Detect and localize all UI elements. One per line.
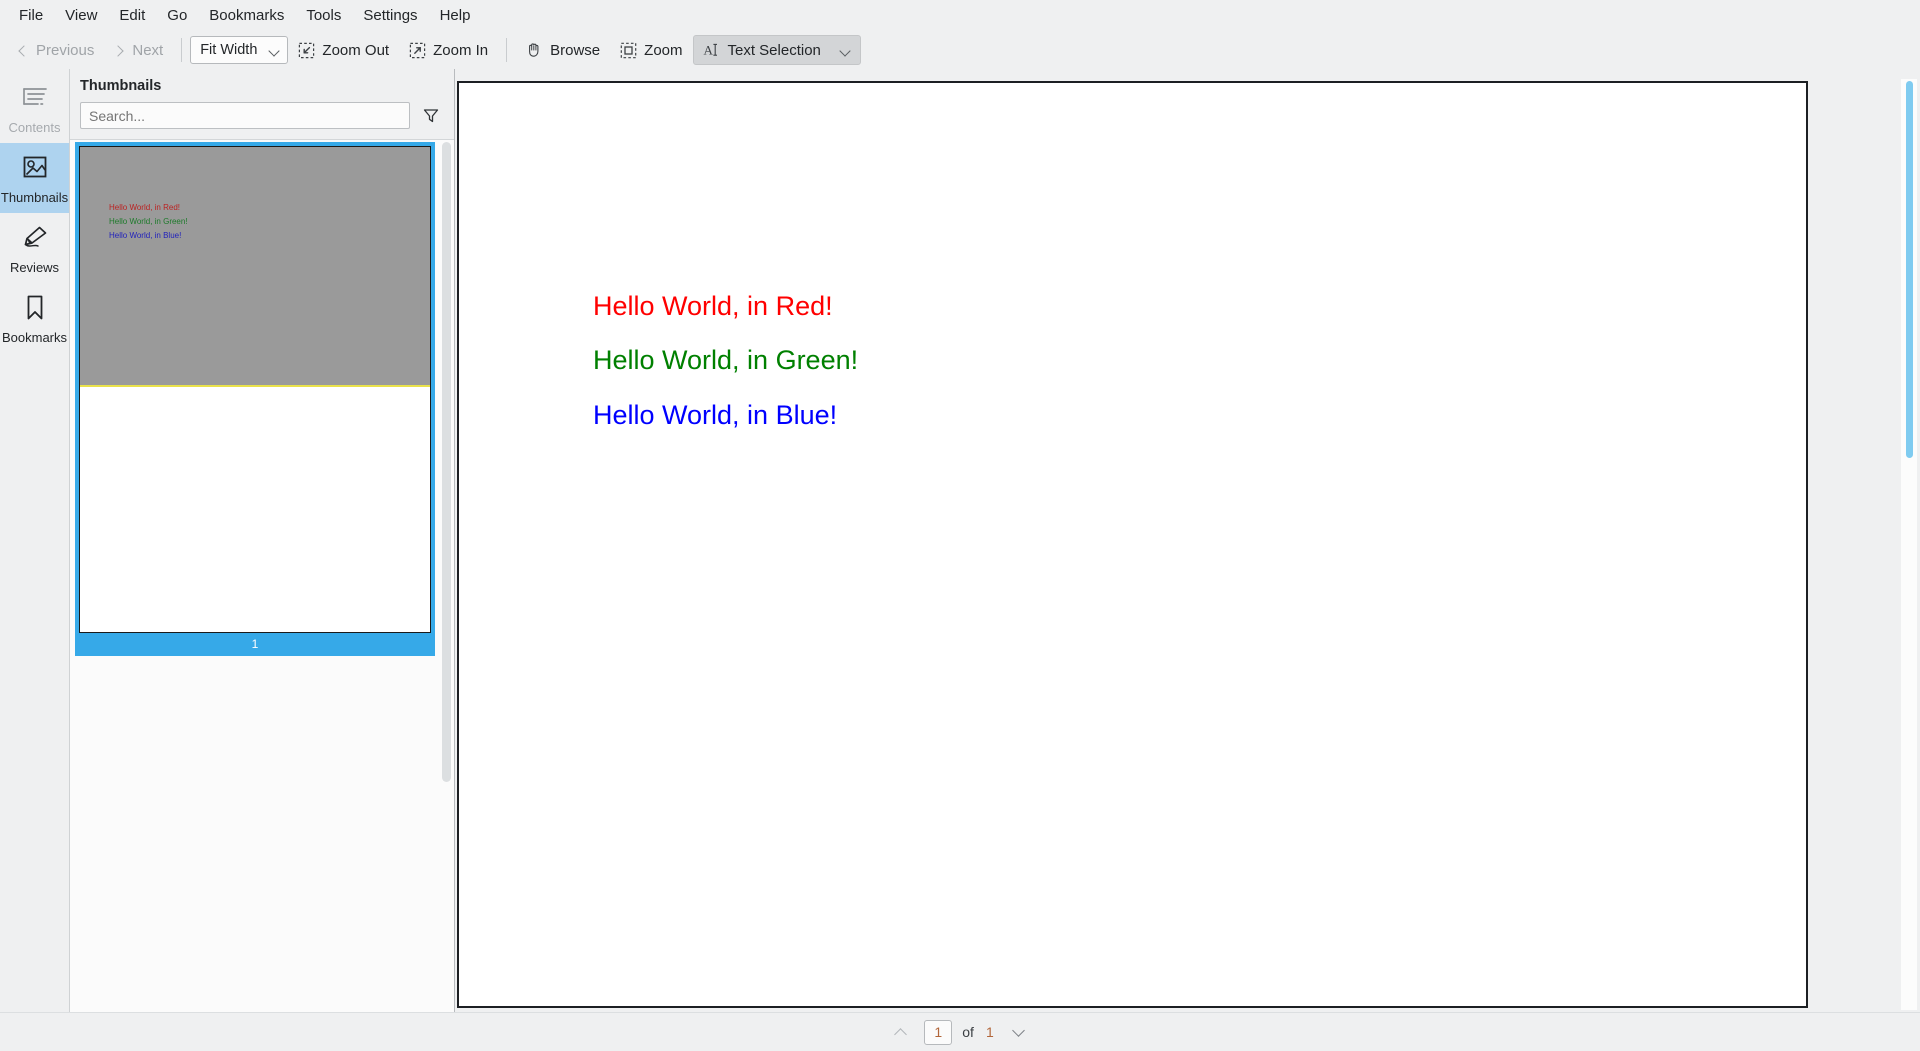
- menu-view[interactable]: View: [54, 2, 108, 29]
- sidebar-item-reviews[interactable]: Reviews: [0, 213, 69, 283]
- zoom-mode-value: Fit Width: [200, 42, 258, 58]
- sidebar-item-thumbnails[interactable]: Thumbnails: [0, 143, 69, 213]
- menu-settings[interactable]: Settings: [352, 2, 428, 29]
- thumbnails-scrollbar[interactable]: [441, 142, 452, 1010]
- text-selection-tool-label: Text Selection: [727, 41, 821, 59]
- document-line-red[interactable]: Hello World, in Red!: [593, 291, 833, 322]
- document-page[interactable]: Hello World, in Red! Hello World, in Gre…: [457, 81, 1808, 1008]
- document-line-green[interactable]: Hello World, in Green!: [593, 345, 858, 376]
- zoom-in-button[interactable]: Zoom In: [399, 35, 498, 65]
- zoom-mode-select[interactable]: Fit Width: [190, 36, 289, 64]
- thumbnails-panel-title: Thumbnails: [80, 78, 162, 94]
- chevron-left-icon: [18, 45, 29, 56]
- zoom-out-icon: [298, 42, 315, 59]
- thumbnails-panel: Thumbnails Hello World, in Red! Hello Wo: [70, 69, 455, 1012]
- search-input[interactable]: [80, 102, 410, 129]
- next-page-arrow-button[interactable]: [1006, 1019, 1032, 1045]
- menu-help[interactable]: Help: [429, 2, 482, 29]
- menu-file[interactable]: File: [8, 2, 54, 29]
- main-body: Contents Thumbnails Reviews Bookmarks Th…: [0, 69, 1920, 1012]
- menu-bookmarks[interactable]: Bookmarks: [198, 2, 295, 29]
- sidebar-item-bookmarks[interactable]: Bookmarks: [0, 283, 69, 353]
- hand-icon: [525, 41, 543, 59]
- document-view: Hello World, in Red! Hello World, in Gre…: [455, 69, 1920, 1012]
- page-number-input[interactable]: [924, 1019, 953, 1045]
- thumbnail-line-blue: Hello World, in Blue!: [109, 231, 182, 240]
- zoom-out-button[interactable]: Zoom Out: [288, 35, 399, 65]
- sidebar-item-contents-label: Contents: [8, 120, 61, 135]
- thumbnail-line-red: Hello World, in Red!: [109, 203, 180, 212]
- zoom-in-label: Zoom In: [433, 41, 489, 59]
- thumbnail-line-green: Hello World, in Green!: [109, 217, 188, 226]
- text-cursor-icon: A: [703, 41, 721, 59]
- zoom-in-icon: [409, 42, 426, 59]
- text-selection-tool-button[interactable]: A Text Selection: [692, 35, 861, 65]
- chevron-down-icon[interactable]: [840, 45, 851, 56]
- sidebar-item-bookmarks-label: Bookmarks: [1, 330, 68, 345]
- thumbnail-item[interactable]: Hello World, in Red! Hello World, in Gre…: [75, 142, 435, 656]
- thumbnail-page-preview: Hello World, in Red! Hello World, in Gre…: [79, 146, 431, 633]
- next-page-button[interactable]: Next: [104, 35, 173, 65]
- total-pages-label: 1: [985, 1024, 994, 1040]
- document-scrollbar-thumb[interactable]: [1906, 81, 1913, 458]
- svg-text:A: A: [703, 43, 713, 58]
- toolbar-separator-2: [506, 38, 508, 62]
- sidebar-item-contents[interactable]: Contents: [0, 73, 69, 143]
- menu-edit[interactable]: Edit: [108, 2, 156, 29]
- sidebar-item-thumbnails-label: Thumbnails: [0, 190, 69, 205]
- previous-page-arrow-button[interactable]: [888, 1019, 914, 1045]
- thumbnails-list[interactable]: Hello World, in Red! Hello World, in Gre…: [70, 139, 454, 1012]
- zoom-out-label: Zoom Out: [322, 41, 390, 59]
- previous-page-button[interactable]: Previous: [8, 35, 104, 65]
- main-toolbar: Previous Next Fit Width Zoom Out Zoom In…: [0, 31, 1920, 69]
- page-of-label: of: [962, 1024, 974, 1040]
- zoom-tool-label: Zoom: [644, 41, 683, 59]
- bookmarks-icon: [18, 293, 52, 323]
- thumbnail-page-number: 1: [79, 633, 431, 656]
- reviews-icon: [18, 223, 52, 253]
- toolbar-separator-1: [181, 38, 183, 62]
- status-bar: of 1: [0, 1012, 1920, 1051]
- contents-icon: [18, 83, 52, 113]
- thumbnails-scrollbar-thumb[interactable]: [442, 142, 451, 782]
- menu-tools[interactable]: Tools: [295, 2, 352, 29]
- zoom-selection-icon: [620, 42, 637, 59]
- menu-bar: File View Edit Go Bookmarks Tools Settin…: [0, 0, 1920, 31]
- thumbnail-gray-overlay: [80, 147, 430, 387]
- chevron-right-icon: [114, 45, 125, 56]
- sidebar-item-reviews-label: Reviews: [9, 260, 60, 275]
- thumbnails-search-row: [70, 102, 454, 139]
- thumbnail-text-lines: Hello World, in Red! Hello World, in Gre…: [109, 201, 188, 243]
- document-scrollbar[interactable]: [1901, 79, 1917, 1010]
- document-canvas[interactable]: Hello World, in Red! Hello World, in Gre…: [455, 69, 1920, 1012]
- pdf-viewer-window: File View Edit Go Bookmarks Tools Settin…: [0, 0, 1920, 1051]
- thumbnails-icon: [18, 153, 52, 183]
- browse-tool-label: Browse: [550, 41, 601, 59]
- chevron-down-icon: [269, 45, 280, 56]
- browse-tool-button[interactable]: Browse: [515, 35, 610, 65]
- sidebar-rail: Contents Thumbnails Reviews Bookmarks: [0, 69, 70, 1012]
- filter-funnel-icon[interactable]: [420, 105, 442, 127]
- zoom-tool-button[interactable]: Zoom: [610, 35, 692, 65]
- document-line-blue[interactable]: Hello World, in Blue!: [593, 400, 837, 431]
- menu-go[interactable]: Go: [156, 2, 198, 29]
- previous-page-label: Previous: [36, 41, 95, 59]
- next-page-label: Next: [132, 41, 164, 59]
- chevron-up-icon: [895, 1026, 907, 1038]
- chevron-down-icon: [1013, 1026, 1025, 1038]
